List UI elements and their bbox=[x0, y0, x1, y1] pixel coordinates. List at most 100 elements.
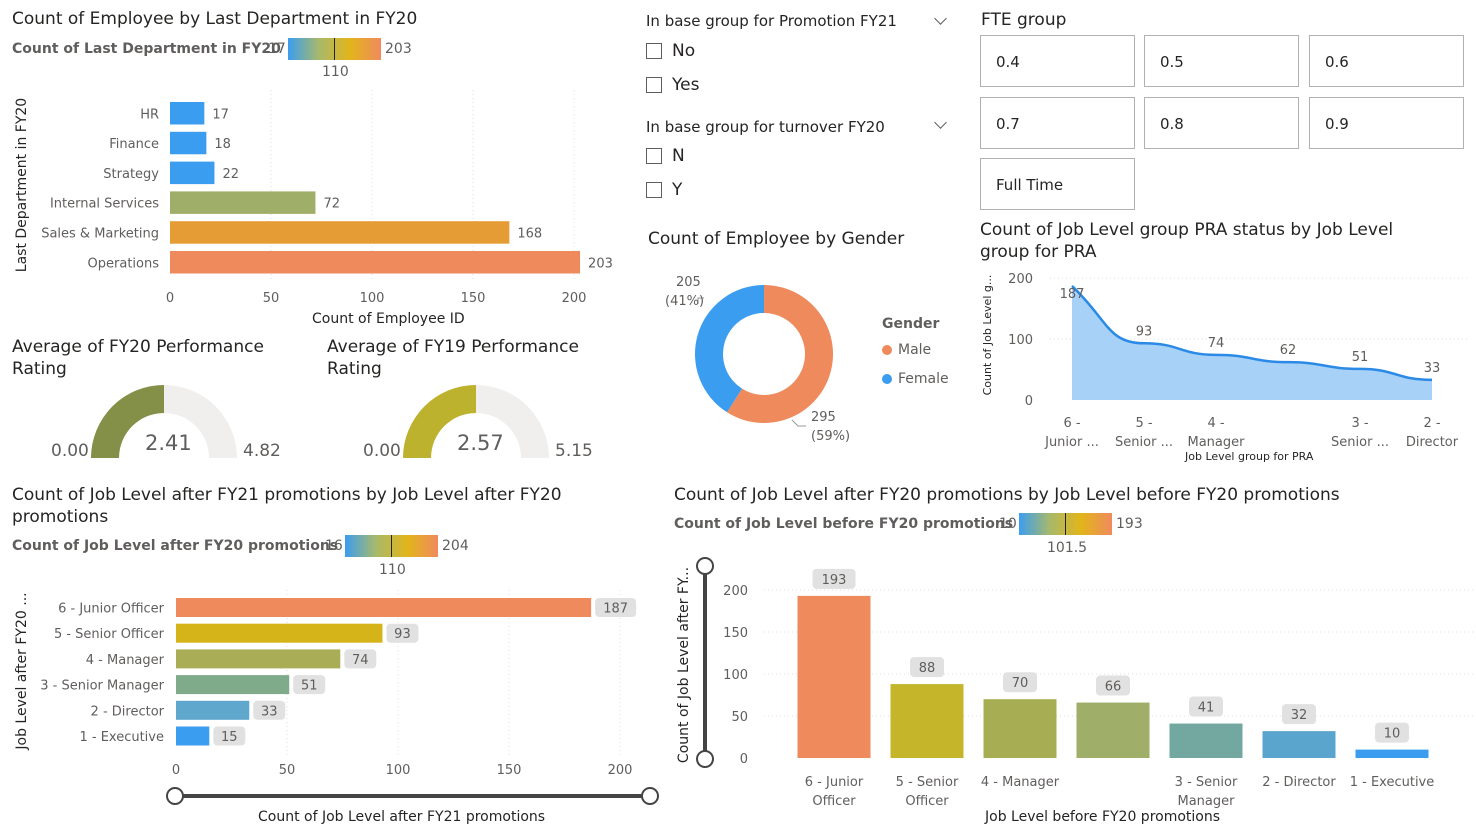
bar bbox=[176, 700, 250, 720]
bar bbox=[890, 684, 964, 758]
y-tick-label: 200 bbox=[1008, 272, 1033, 287]
male-pct-label: (59%) bbox=[811, 429, 851, 444]
male-leader-line bbox=[791, 419, 806, 427]
x-tick-label: Director bbox=[1406, 435, 1459, 450]
x-tick-label: 100 bbox=[360, 291, 385, 306]
data-label: 93 bbox=[1136, 324, 1153, 339]
promo-option-yes[interactable]: Yes bbox=[646, 75, 699, 95]
x-tick-label: 150 bbox=[461, 291, 486, 306]
fte-tile-0-4[interactable]: 0.4 bbox=[980, 35, 1135, 87]
data-label: 66 bbox=[1105, 680, 1122, 695]
bar bbox=[170, 102, 205, 125]
x-tick-label: 4 - Manager bbox=[981, 775, 1060, 790]
x-tick-label: 0 bbox=[172, 763, 180, 778]
data-label: 70 bbox=[1012, 676, 1029, 691]
fte-tile-0-7[interactable]: 0.7 bbox=[980, 97, 1135, 149]
bar bbox=[176, 726, 210, 746]
x-tick-label: Senior ... bbox=[1115, 435, 1173, 450]
slider-handle-right bbox=[641, 787, 659, 805]
male-value-label: 295 bbox=[811, 410, 836, 425]
x-tick-label: 5 - bbox=[1135, 416, 1152, 431]
fy20-legend-mid: 101.5 bbox=[1047, 540, 1088, 556]
data-label: 203 bbox=[588, 256, 613, 271]
fte-title: FTE group bbox=[981, 10, 1067, 30]
bar bbox=[176, 598, 592, 617]
category-label: 4 - Manager bbox=[86, 653, 165, 668]
turnover-option-y[interactable]: Y bbox=[646, 180, 682, 200]
x-tick-label: 6 - bbox=[1063, 416, 1080, 431]
category-label: Internal Services bbox=[50, 197, 159, 212]
gauge1-max: 4.82 bbox=[243, 441, 281, 461]
fy20-zoom-slider[interactable] bbox=[694, 556, 716, 770]
promo-option-label: No bbox=[672, 41, 696, 61]
data-label: 62 bbox=[1280, 343, 1297, 358]
fy21-legend-mid: 110 bbox=[379, 562, 406, 578]
category-label: 2 - Director bbox=[91, 704, 165, 719]
gender-legend-title: Gender bbox=[882, 316, 940, 332]
dept-legend-mid-marker bbox=[334, 38, 335, 60]
gauge1-title: Average of FY20 Performance Rating bbox=[12, 336, 264, 380]
legend-item-female: Female bbox=[882, 371, 949, 387]
pra-title-line1: Count of Job Level group PRA status by J… bbox=[980, 220, 1394, 240]
x-tick-label: 1 - Executive bbox=[1350, 775, 1435, 790]
bar bbox=[170, 191, 316, 214]
data-label: 18 bbox=[214, 137, 231, 152]
pra-area-chart: 200 100 0 187 93 74 62 51 33 6 - Junior ... 5 - Seni… bbox=[1008, 272, 1470, 450]
pra-title-line2: group for PRA bbox=[980, 242, 1097, 262]
category-label: 1 - Executive bbox=[79, 730, 164, 745]
checkbox-icon[interactable] bbox=[646, 148, 662, 164]
gauge2-title: Average of FY19 Performance Rating bbox=[327, 336, 579, 380]
fte-tile-0-9[interactable]: 0.9 bbox=[1309, 97, 1464, 149]
data-label: 187 bbox=[1060, 287, 1085, 302]
bar bbox=[176, 623, 383, 643]
fy21-legend-title: Count of Job Level after FY20 promotions bbox=[12, 538, 339, 554]
category-label: 3 - Senior Manager bbox=[40, 679, 164, 694]
slider-handle-bottom bbox=[696, 750, 714, 768]
promo-option-no[interactable]: No bbox=[646, 41, 695, 61]
x-tick-label: Officer bbox=[812, 794, 856, 809]
data-label: 193 bbox=[822, 573, 847, 588]
fy20-legend-max: 193 bbox=[1116, 516, 1143, 532]
x-tick-label: 2 - Director bbox=[1262, 775, 1336, 790]
data-label: 74 bbox=[352, 653, 369, 668]
data-label: 88 bbox=[919, 661, 936, 676]
turnover-slicer-chevron-down-icon[interactable] bbox=[934, 116, 947, 129]
gauge1-title-line1: Average of FY20 Performance bbox=[12, 337, 264, 357]
fte-tile-0-6[interactable]: 0.6 bbox=[1309, 35, 1464, 87]
x-tick-label: 0 bbox=[166, 291, 174, 306]
data-label: 51 bbox=[1352, 350, 1369, 365]
x-tick-label: Senior ... bbox=[1331, 435, 1389, 450]
fte-tile-0-5[interactable]: 0.5 bbox=[1144, 35, 1299, 87]
y-tick-label: 0 bbox=[1025, 394, 1033, 409]
x-tick-label: 3 - Senior bbox=[1175, 775, 1238, 790]
fy21-legend-min: 16 bbox=[325, 538, 343, 554]
fy21-legend-mid-marker bbox=[391, 535, 392, 557]
x-tick-label: Manager bbox=[1178, 794, 1236, 809]
x-tick-label: Junior ... bbox=[1044, 435, 1099, 450]
x-tick-label: 5 - Senior bbox=[896, 775, 959, 790]
fte-tile-0-8[interactable]: 0.8 bbox=[1144, 97, 1299, 149]
legend-label-male: Male bbox=[898, 342, 932, 358]
bar bbox=[170, 131, 207, 155]
category-label: 5 - Senior Officer bbox=[54, 627, 165, 642]
turnover-option-n[interactable]: N bbox=[646, 146, 685, 166]
bar bbox=[1169, 723, 1243, 758]
dept-legend-max: 203 bbox=[385, 41, 412, 57]
x-tick-label: 4 - bbox=[1207, 416, 1224, 431]
checkbox-icon[interactable] bbox=[646, 77, 662, 93]
category-label: Operations bbox=[88, 256, 160, 271]
promo-slicer-chevron-down-icon[interactable] bbox=[934, 12, 947, 25]
fy21-zoom-slider[interactable] bbox=[160, 785, 670, 807]
data-label: 22 bbox=[222, 167, 239, 182]
legend-item-male: Male bbox=[882, 342, 931, 358]
x-tick-label: 50 bbox=[263, 291, 280, 306]
fy20-x-axis-title: Job Level before FY20 promotions bbox=[985, 809, 1221, 825]
pra-chart-title: Count of Job Level group PRA status by J… bbox=[980, 219, 1393, 263]
fte-tile-full-time[interactable]: Full Time bbox=[980, 158, 1135, 210]
dept-bar-chart: 0 50 100 150 200 HR 17 Finance 18 Strategy 22 Inter… bbox=[41, 90, 613, 306]
data-label: 17 bbox=[212, 107, 229, 122]
checkbox-icon[interactable] bbox=[646, 182, 662, 198]
data-label: 33 bbox=[261, 704, 278, 719]
checkbox-icon[interactable] bbox=[646, 43, 662, 59]
pra-x-axis-title: Job Level group for PRA bbox=[1185, 450, 1314, 463]
